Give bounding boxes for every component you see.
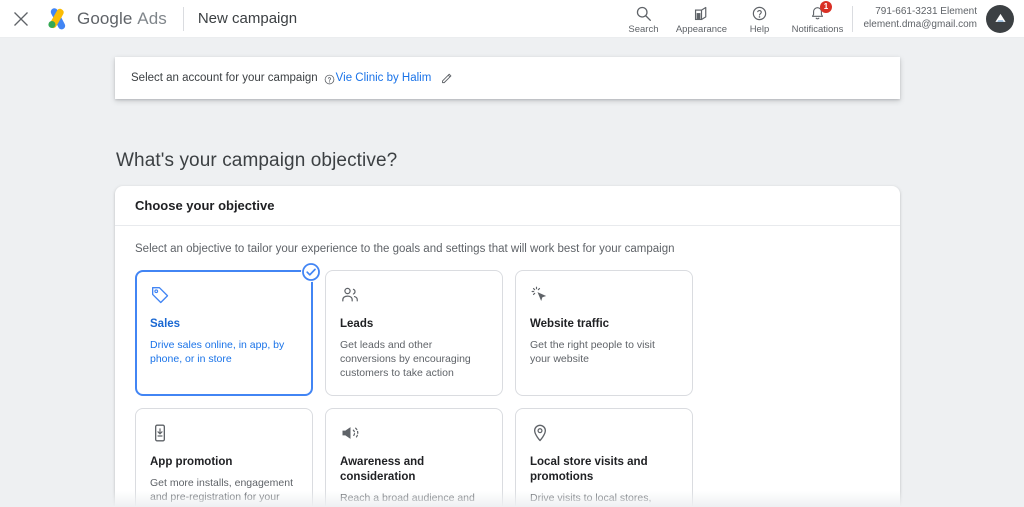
page-name: New campaign (197, 10, 298, 27)
mobile-app-icon (150, 423, 298, 445)
tag-icon (150, 285, 298, 307)
nav-item-search[interactable]: Search (614, 3, 672, 35)
header-divider (182, 6, 184, 31)
objective-title: App promotion (150, 456, 233, 468)
objective-title: Sales (150, 318, 181, 330)
megaphone-icon (340, 423, 488, 445)
nav-label-notifications: Notifications (791, 23, 844, 35)
help-circle-icon[interactable] (324, 74, 335, 85)
nav-item-notifications[interactable]: 1 Notifications (788, 0, 846, 35)
objective-description: Reach a broad audience and build interes… (340, 492, 477, 507)
objective-card-grid: Sales Drive sales online, in app, by pho… (115, 255, 900, 507)
objective-card-sales[interactable]: Sales Drive sales online, in app, by pho… (135, 262, 321, 396)
google-ads-brand[interactable]: Google Ads (44, 6, 167, 32)
objective-card-leads[interactable]: Leads Get leads and other conversions by… (325, 270, 503, 396)
account-email: element.dma@gmail.com (863, 18, 977, 30)
objective-title: Leads (340, 318, 374, 330)
close-icon (14, 11, 28, 26)
avatar[interactable] (986, 4, 1014, 33)
avatar-triangle-icon (994, 13, 1006, 22)
location-pin-icon (530, 423, 678, 445)
objective-title: Website traffic (530, 318, 610, 330)
objective-title: Local store visits and promotions (530, 456, 648, 483)
selected-check-badge (301, 262, 321, 282)
nav-label-help: Help (749, 23, 770, 35)
objective-description: Get more installs, engagement and pre-re… (150, 477, 293, 507)
page-title: What's your campaign objective? (116, 150, 398, 171)
nav-item-help[interactable]: Help (730, 3, 788, 35)
nav-label-appearance: Appearance (675, 23, 728, 35)
pencil-icon[interactable] (440, 71, 454, 85)
account-divider (852, 5, 854, 32)
account-info[interactable]: 791-661-3231 Element element.dma@gmail.c… (863, 6, 977, 31)
brand-name: Google Ads (77, 8, 167, 28)
check-circle-icon (302, 263, 320, 281)
objective-description: Get the right people to visit your websi… (530, 339, 655, 365)
objective-card-local-store-visits[interactable]: Local store visits and promotions Drive … (515, 408, 693, 507)
appearance-icon (693, 5, 710, 23)
nav-item-appearance[interactable]: Appearance (672, 3, 730, 35)
objective-description: Drive visits to local stores, including … (530, 492, 652, 507)
panel-subtitle: Select an objective to tailor your exper… (135, 243, 675, 255)
help-icon (751, 5, 768, 23)
nav-label-search: Search (628, 23, 659, 35)
panel-title: Choose your objective (115, 186, 900, 226)
account-selection-bar: Select an account for your campaign Vie … (115, 57, 900, 99)
account-id-name: 791-661-3231 Element (875, 6, 977, 17)
objective-title: Awareness and consideration (340, 456, 425, 483)
objective-card-app-promotion[interactable]: App promotion Get more installs, engagem… (135, 408, 313, 507)
close-button[interactable] (6, 4, 36, 34)
objective-description: Drive sales online, in app, by phone, or… (150, 339, 285, 365)
cursor-click-icon (530, 285, 678, 307)
main-content: Select an account for your campaign Vie … (0, 38, 1024, 507)
objective-panel: Choose your objective Select an objectiv… (115, 186, 900, 507)
top-nav-actions: Search Appearance Help 1 Notifications 7… (614, 0, 1014, 35)
google-ads-logo-icon (48, 7, 66, 29)
notifications-icon: 1 (809, 0, 832, 23)
people-icon (340, 285, 488, 307)
top-app-bar: Google Ads New campaign Search Appearanc… (0, 0, 1024, 38)
objective-card-awareness[interactable]: Awareness and consideration Reach a broa… (325, 408, 503, 507)
notifications-badge: 1 (819, 0, 832, 13)
objective-description: Get leads and other conversions by encou… (340, 339, 471, 379)
selected-account-link[interactable]: Vie Clinic by Halim (336, 72, 432, 84)
objective-card-website-traffic[interactable]: Website traffic Get the right people to … (515, 270, 693, 396)
search-icon (635, 5, 652, 23)
account-bar-label: Select an account for your campaign (131, 72, 318, 84)
